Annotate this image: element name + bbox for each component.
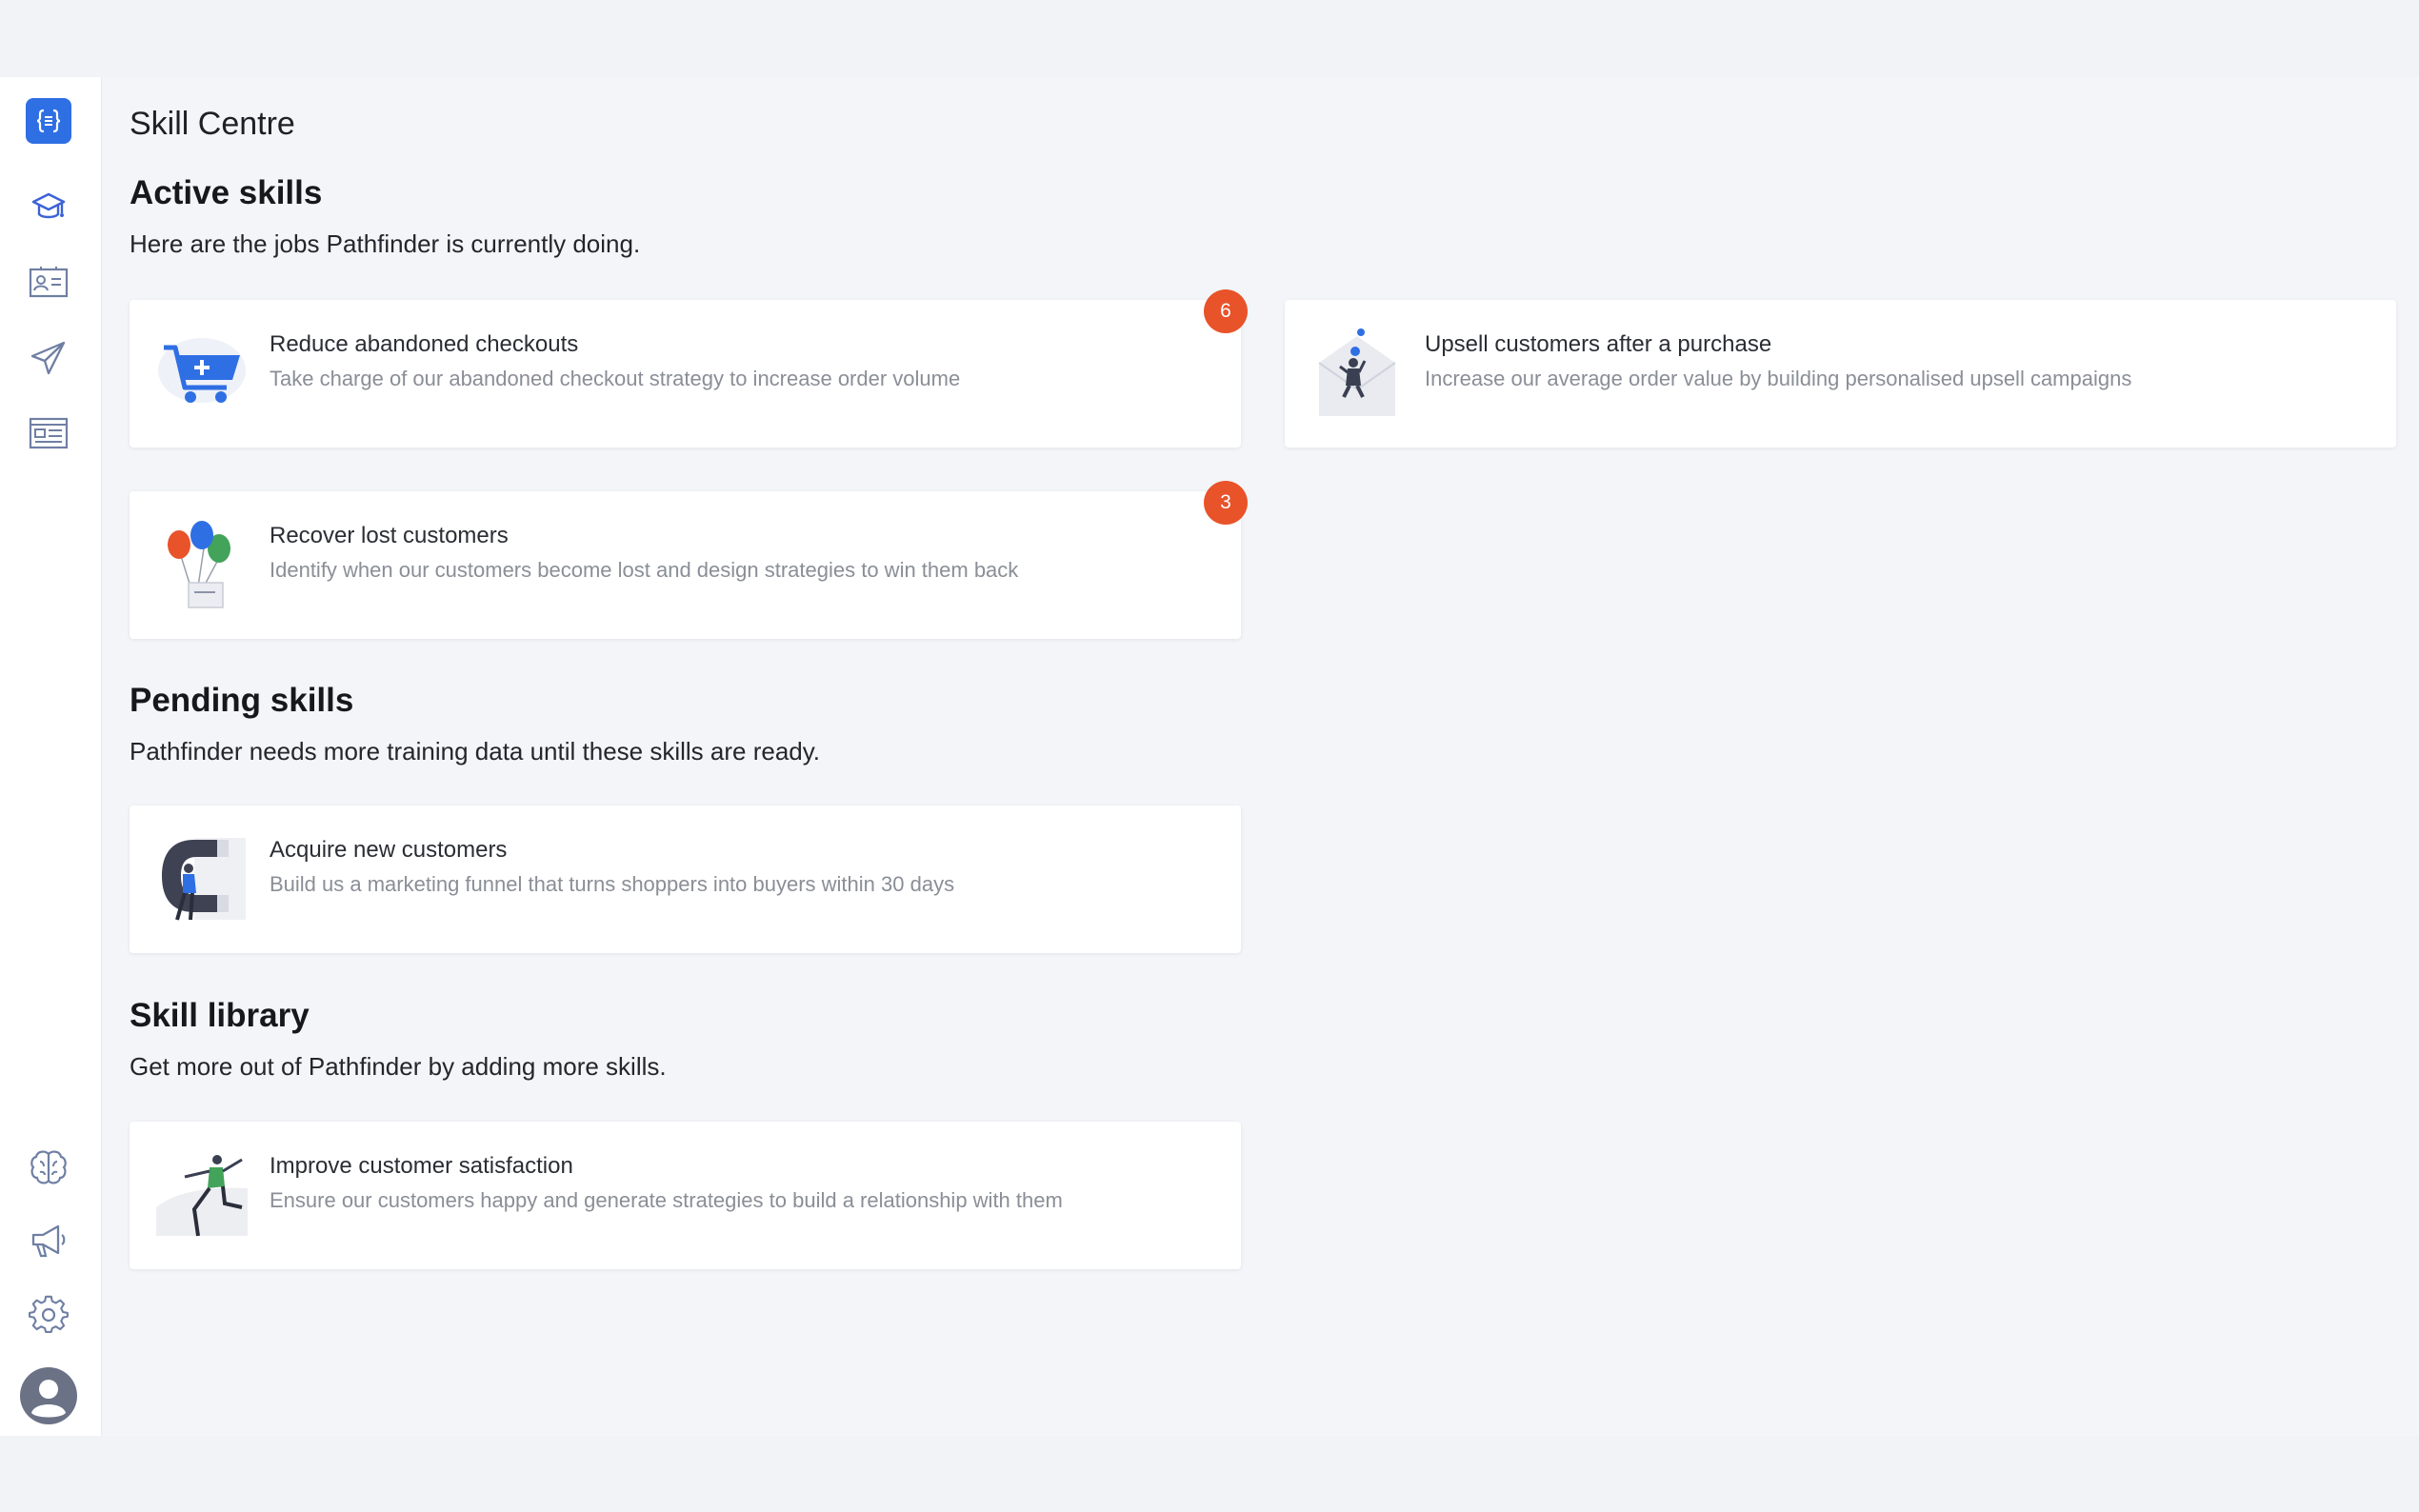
sidebar-item-profile[interactable] <box>20 1367 77 1424</box>
brain-icon <box>29 1148 69 1186</box>
top-band <box>0 0 2419 77</box>
skill-card-acquire-new-customers[interactable]: Acquire new customers Build us a marketi… <box>130 806 1241 953</box>
contact-card-icon <box>29 266 69 300</box>
skill-card-title: Upsell customers after a purchase <box>1425 331 1772 357</box>
section-title-library: Skill library <box>130 997 310 1034</box>
sidebar-item-reports[interactable] <box>21 406 76 461</box>
skill-card-title: Acquire new customers <box>270 837 508 863</box>
notification-badge: 6 <box>1204 289 1248 333</box>
skill-card-description: Ensure our customers happy and generate … <box>270 1188 1063 1212</box>
skill-card-description: Take charge of our abandoned checkout st… <box>270 367 961 390</box>
section-subtitle-library: Get more out of Pathfinder by adding mor… <box>130 1052 667 1081</box>
skill-card-description: Build us a marketing funnel that turns s… <box>270 872 955 896</box>
graduation-cap-icon <box>30 189 68 227</box>
notification-badge: 3 <box>1204 481 1248 525</box>
sidebar-item-settings[interactable] <box>21 1287 76 1343</box>
paper-plane-icon <box>30 339 68 377</box>
envelope-person-icon <box>1311 328 1403 420</box>
section-subtitle-pending: Pathfinder needs more training data unti… <box>130 737 821 766</box>
sidebar-item-contacts[interactable] <box>21 255 76 310</box>
sidebar-item-announcements[interactable] <box>21 1213 76 1268</box>
gear-icon <box>29 1295 69 1335</box>
jumping-person-icon <box>156 1150 248 1242</box>
newspaper-icon <box>29 416 69 450</box>
skill-card-description: Identify when our customers become lost … <box>270 558 1019 582</box>
user-avatar-icon <box>20 1367 77 1424</box>
section-title-active: Active skills <box>130 174 323 211</box>
section-title-pending: Pending skills <box>130 682 354 719</box>
main-content: Skill Centre Active skills Here are the … <box>130 77 2396 1436</box>
section-subtitle-active: Here are the jobs Pathfinder is currentl… <box>130 229 641 258</box>
skill-card-title: Reduce abandoned checkouts <box>270 331 579 357</box>
skill-card-reduce-abandoned-checkouts[interactable]: Reduce abandoned checkouts Take charge o… <box>130 289 1248 448</box>
bottom-band <box>0 1436 2419 1512</box>
sidebar-item-campaigns[interactable] <box>21 330 76 386</box>
skill-card-recover-lost-customers[interactable]: Recover lost customers Identify when our… <box>130 481 1248 639</box>
skill-card-title: Recover lost customers <box>270 523 509 548</box>
magnet-person-icon <box>156 834 248 925</box>
balloons-icon <box>156 520 248 611</box>
page-title: Skill Centre <box>130 106 295 142</box>
megaphone-icon <box>28 1222 70 1260</box>
skill-card-description: Increase our average order value by buil… <box>1425 367 2132 390</box>
sidebar <box>0 77 102 1436</box>
skill-card-title: Improve customer satisfaction <box>270 1153 573 1179</box>
sidebar-item-skills[interactable] <box>21 180 76 235</box>
skill-card-upsell-customers[interactable]: Upsell customers after a purchase Increa… <box>1285 300 2396 448</box>
braces-logo-icon[interactable] <box>26 98 71 144</box>
shopping-cart-icon <box>156 328 248 420</box>
sidebar-item-ai[interactable] <box>21 1140 76 1195</box>
skill-card-improve-customer-satisfaction[interactable]: Improve customer satisfaction Ensure our… <box>130 1122 1241 1269</box>
